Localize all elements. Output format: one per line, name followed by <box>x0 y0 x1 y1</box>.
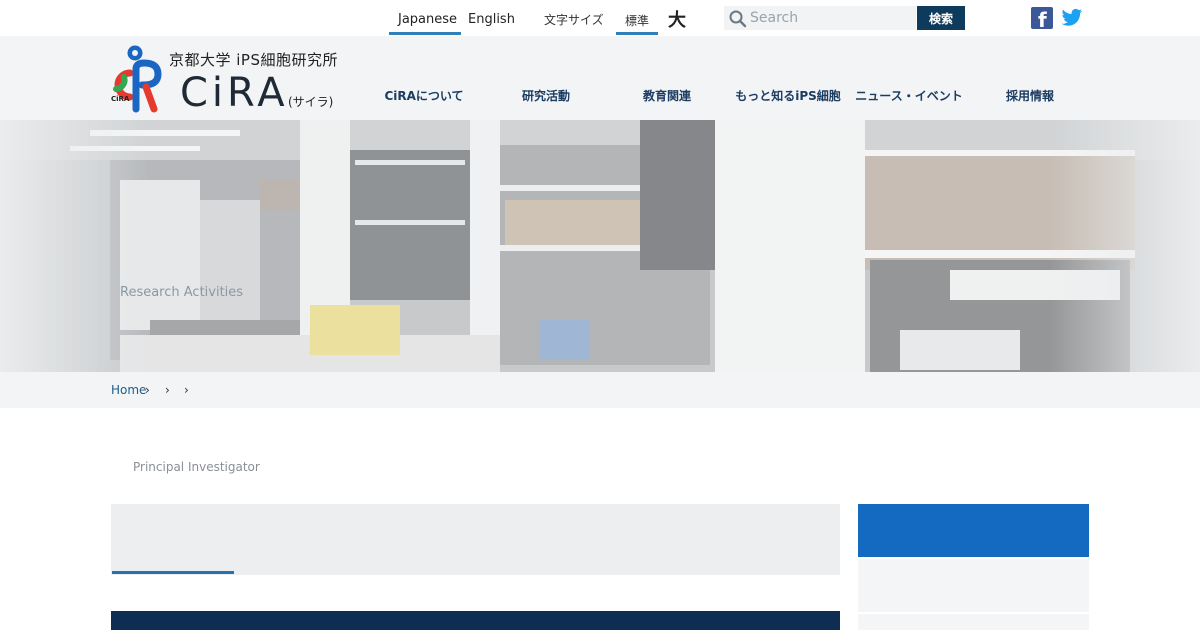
sidebar-header <box>858 504 1089 557</box>
logo-kana-text: (サイラ) <box>288 95 334 109</box>
nav-item-research[interactable]: 研究活動 <box>484 87 608 104</box>
font-size-standard-button[interactable]: 標準 <box>625 12 649 29</box>
nav-item-about[interactable]: CiRAについて <box>362 87 486 104</box>
font-size-large-button[interactable]: 大 <box>668 6 686 32</box>
breadcrumb-separator: › <box>184 383 189 397</box>
nav-item-ips-cells[interactable]: もっと知るiPS細胞 <box>726 87 850 104</box>
cira-logo-icon[interactable]: CiRA <box>108 43 168 113</box>
search-button[interactable]: 検索 <box>917 6 965 30</box>
logo-university-text: 京都大学 iPS細胞研究所 <box>169 51 339 69</box>
active-font-size-indicator <box>616 32 658 35</box>
font-size-label: 文字サイズ <box>544 13 604 27</box>
nav-item-education[interactable]: 教育関連 <box>605 87 729 104</box>
language-english-link[interactable]: English <box>468 12 515 27</box>
active-tab-indicator[interactable] <box>112 571 234 574</box>
hero-lab-image <box>0 120 1200 372</box>
nav-item-careers[interactable]: 採用情報 <box>968 87 1092 104</box>
twitter-icon[interactable] <box>1061 8 1083 28</box>
section-label-principal-investigator: Principal Investigator <box>133 460 260 474</box>
search-icon <box>729 10 747 28</box>
tab-bar <box>111 504 840 575</box>
facebook-icon[interactable]: f <box>1031 7 1053 32</box>
hero-banner <box>0 120 1200 372</box>
nav-item-news-events[interactable]: ニュース・イベント <box>847 87 971 104</box>
content-panel-header <box>111 611 840 630</box>
sidebar-item[interactable] <box>858 559 1089 612</box>
hero-title: Research Activities <box>120 285 244 300</box>
sidebar-item[interactable] <box>858 614 1089 630</box>
breadcrumb-separator: › <box>145 383 150 397</box>
search-input[interactable] <box>750 6 914 30</box>
logo-name-text: CiRA <box>180 70 289 116</box>
language-japanese-link[interactable]: Japanese <box>398 12 457 27</box>
breadcrumb-home-link[interactable]: Home <box>111 383 146 397</box>
breadcrumb-separator: › <box>165 383 170 397</box>
logo-small-text: CiRA <box>111 95 130 103</box>
active-language-indicator <box>389 32 461 35</box>
breadcrumb <box>0 372 1200 408</box>
